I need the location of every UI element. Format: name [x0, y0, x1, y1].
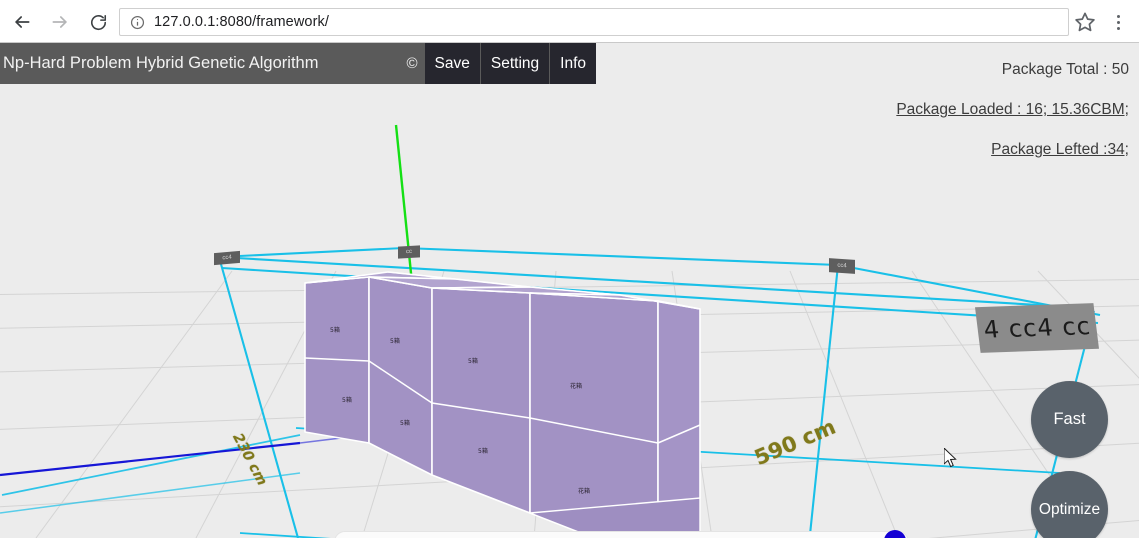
package-box — [368, 276, 433, 476]
container-door-label: 4 cc4 cc — [975, 303, 1099, 353]
back-button[interactable] — [8, 8, 36, 36]
arrow-left-icon — [15, 16, 30, 28]
container-corner-tag-left: cc4 — [214, 250, 240, 266]
package-loaded-text[interactable]: Package Loaded : 16; 15.36CBM; — [759, 90, 1129, 130]
reload-button[interactable] — [84, 8, 112, 36]
container-door-label-text: 4 cc4 cc — [982, 312, 1093, 344]
browser-menu-button[interactable] — [1107, 10, 1129, 34]
package-box — [529, 292, 659, 538]
save-button[interactable]: Save — [423, 43, 480, 84]
menu-dot — [1116, 26, 1120, 30]
reload-icon — [90, 14, 106, 30]
fast-button[interactable]: Fast — [1031, 381, 1108, 458]
browser-window: 127.0.0.1:8080/framework/ 5箱 5箱 5箱 花箱 5箱… — [0, 0, 1139, 538]
setting-button[interactable]: Setting — [479, 43, 550, 84]
url-text: 127.0.0.1:8080/framework/ — [154, 14, 329, 30]
arrow-right-icon — [52, 16, 67, 28]
container-corner-tag-middle: cc — [398, 245, 420, 259]
star-outline-icon[interactable] — [1073, 10, 1097, 34]
package-total-text: Package Total : 50 — [1001, 61, 1129, 78]
forward-button[interactable] — [46, 8, 74, 36]
info-button[interactable]: Info — [549, 43, 596, 84]
copyright-icon: © — [406, 55, 418, 72]
optimize-button[interactable]: Optimize — [1031, 471, 1108, 538]
browser-toolbar: 127.0.0.1:8080/framework/ — [0, 0, 1139, 43]
package-stats-panel: Package Total : 50 Package Loaded : 16; … — [759, 50, 1129, 170]
app-header-bar: Np-Hard Problem Hybrid Genetic Algorithm… — [0, 43, 596, 84]
slider-handle[interactable] — [884, 530, 907, 538]
address-bar[interactable]: 127.0.0.1:8080/framework/ — [119, 8, 1069, 36]
container-corner-tag-right: cc4 — [829, 258, 855, 274]
app-title: Np-Hard Problem Hybrid Genetic Algorithm — [3, 54, 319, 72]
package-box — [431, 287, 531, 514]
timeline-slider[interactable]: << >> — [334, 530, 909, 538]
package-lefted-text[interactable]: Package Lefted :34; — [759, 130, 1129, 170]
slider-previous-button[interactable]: << — [345, 535, 362, 538]
info-circle-icon[interactable] — [130, 15, 145, 30]
menu-dot — [1116, 20, 1120, 24]
menu-dot — [1116, 14, 1120, 18]
